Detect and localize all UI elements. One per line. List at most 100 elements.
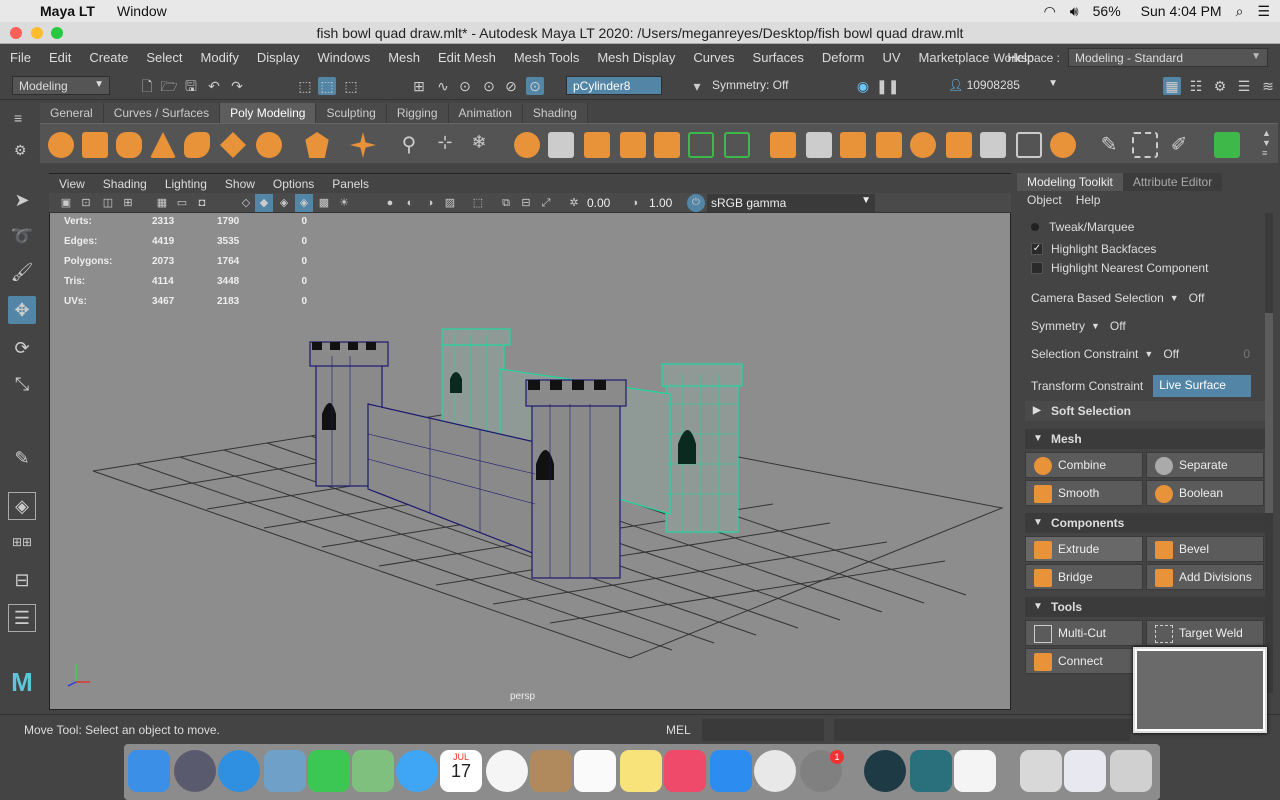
four-view-icon[interactable]: ⊞⊞	[8, 528, 36, 556]
shelf-settings-icon[interactable]: ⚙	[14, 142, 27, 159]
tab-general[interactable]: General	[40, 103, 104, 123]
screenshots-stack-icon[interactable]	[1064, 750, 1106, 792]
menu-windows[interactable]: Windows	[317, 50, 370, 65]
grid-toggle-icon[interactable]: ▦	[153, 194, 171, 212]
xray-active-icon[interactable]: ⤢	[537, 194, 555, 212]
symmetry-dropdown[interactable]: Symmetry: Off	[706, 76, 802, 95]
highlight-nearest-checkbox[interactable]: Highlight Nearest Component	[1031, 261, 1208, 275]
tweak-marquee-option[interactable]: Tweak/Marquee	[1031, 220, 1134, 234]
selection-constraint-row[interactable]: Selection Constraint ▼ Off 0	[1031, 347, 1250, 361]
window-menu[interactable]: Window	[117, 3, 167, 19]
snap-point-icon[interactable]: ⊙	[456, 77, 474, 95]
xray-joints-icon[interactable]: ⊟	[517, 194, 535, 212]
smooth-button[interactable]: Smooth	[1025, 480, 1143, 506]
select-object-icon[interactable]: ⬚	[318, 77, 336, 95]
tab-sculpting[interactable]: Sculpting	[316, 103, 387, 123]
undo-icon[interactable]: ↶	[205, 77, 223, 95]
combine-shelf-icon[interactable]	[514, 132, 540, 158]
move-tool-icon[interactable]: ✥	[8, 296, 36, 324]
facetime-icon[interactable]	[308, 750, 350, 792]
super-shape-icon[interactable]	[350, 132, 376, 158]
lights-icon[interactable]: ☀	[335, 194, 353, 212]
gitkraken-icon[interactable]	[864, 750, 906, 792]
bridge-button[interactable]: Bridge	[1025, 564, 1143, 590]
poke-icon[interactable]	[980, 132, 1006, 158]
mesh-section-header[interactable]: ▼ Mesh	[1025, 429, 1265, 449]
separate-shelf-icon[interactable]	[548, 132, 574, 158]
tool-settings-toggle-icon[interactable]: ⚙	[1211, 77, 1229, 95]
open-scene-icon[interactable]: 🗁	[160, 77, 178, 95]
layers-toggle-icon[interactable]: ≋	[1259, 77, 1277, 95]
isolate-select-icon[interactable]: ⬚	[469, 194, 487, 212]
object-name-field[interactable]: pCylinder8	[566, 76, 662, 95]
tab-animation[interactable]: Animation	[448, 103, 523, 123]
bevel-button[interactable]: Bevel	[1146, 536, 1264, 562]
wireframe-icon[interactable]: ◇	[237, 194, 255, 212]
app-store-icon[interactable]	[710, 750, 752, 792]
color-space-dropdown[interactable]: sRGB gamma ▼	[707, 194, 875, 212]
poly-plane-icon[interactable]	[220, 132, 246, 158]
music-icon[interactable]	[664, 750, 706, 792]
ipr-render-icon[interactable]: ◉	[854, 77, 872, 95]
select-tool-icon[interactable]: ➤	[8, 186, 36, 214]
trash-icon[interactable]	[1110, 750, 1152, 792]
snap-curve-icon[interactable]: ∿	[434, 77, 452, 95]
component-edit-icon[interactable]: ✎	[8, 444, 36, 472]
notes-icon[interactable]	[620, 750, 662, 792]
connect-button[interactable]: Connect	[1025, 648, 1143, 674]
textured-icon[interactable]: ▩	[315, 194, 333, 212]
combine-button[interactable]: Combine	[1025, 452, 1143, 478]
extrude-shelf-icon[interactable]	[770, 132, 796, 158]
tab-poly-modeling[interactable]: Poly Modeling	[220, 103, 317, 123]
soft-selection-section[interactable]: ▶ Soft Selection	[1025, 401, 1265, 421]
messages-icon[interactable]	[396, 750, 438, 792]
app-menu[interactable]: Maya LT	[40, 3, 95, 19]
make-live-icon[interactable]: ⊙	[526, 77, 544, 95]
tools-section-header[interactable]: ▼ Tools	[1025, 597, 1265, 617]
vp-menu-panels[interactable]: Panels	[332, 177, 369, 191]
close-window-button[interactable]	[10, 27, 22, 39]
menu-mesh-display[interactable]: Mesh Display	[597, 50, 675, 65]
camera-attributes-icon[interactable]: ⊡	[77, 194, 95, 212]
paint-select-tool-icon[interactable]: 🖌︎	[8, 258, 36, 286]
poly-sphere-icon[interactable]	[48, 132, 74, 158]
user-account[interactable]: 👤︎ 10908285 ▼	[942, 76, 1062, 95]
screenshot-thumbnail[interactable]	[1133, 647, 1267, 733]
color-management-icon[interactable]: ⏻	[687, 194, 705, 212]
photos-icon[interactable]	[486, 750, 528, 792]
gamma-icon[interactable]: ◗	[627, 194, 645, 212]
multi-cut-button[interactable]: Multi-Cut	[1025, 620, 1143, 646]
poly-cube-icon[interactable]	[82, 132, 108, 158]
shadows-icon[interactable]: ●	[381, 194, 399, 212]
downloads-stack-icon[interactable]	[1020, 750, 1062, 792]
add-divisions-button[interactable]: Add Divisions	[1146, 564, 1264, 590]
reminders-icon[interactable]	[574, 750, 616, 792]
save-scene-icon[interactable]: 🖫	[182, 77, 200, 95]
tab-curves-surfaces[interactable]: Curves / Surfaces	[103, 103, 221, 123]
extrude-button[interactable]: Extrude	[1025, 536, 1143, 562]
scrollbar-thumb[interactable]	[1265, 313, 1273, 513]
safari-icon[interactable]	[218, 750, 260, 792]
vp-menu-lighting[interactable]: Lighting	[165, 177, 207, 191]
retopo-shelf-icon[interactable]	[724, 132, 750, 158]
tab-shading[interactable]: Shading	[522, 103, 588, 123]
menu-curves[interactable]: Curves	[693, 50, 734, 65]
remesh-shelf-icon[interactable]	[688, 132, 714, 158]
menu-display[interactable]: Display	[257, 50, 300, 65]
tab-attribute-editor[interactable]: Attribute Editor	[1122, 173, 1223, 191]
two-view-icon[interactable]: ⊟	[8, 566, 36, 594]
rotate-tool-icon[interactable]: ⟳	[8, 334, 36, 362]
single-view-icon[interactable]: ◈	[8, 492, 36, 520]
film-gate-icon[interactable]: ▭	[173, 194, 191, 212]
components-section-header[interactable]: ▼ Components	[1025, 513, 1265, 533]
new-scene-icon[interactable]: 🗋	[138, 77, 156, 95]
channel-box-toggle-icon[interactable]: ☰	[1235, 77, 1253, 95]
battery-percent[interactable]: 56%	[1093, 3, 1121, 19]
append-polygon-icon[interactable]	[910, 132, 936, 158]
poly-disc-icon[interactable]	[256, 132, 282, 158]
redo-icon[interactable]: ↷	[228, 77, 246, 95]
vp-menu-options[interactable]: Options	[273, 177, 314, 191]
symmetry-row[interactable]: Symmetry ▼ Off	[1031, 319, 1126, 333]
volume-icon[interactable]: 🔊︎	[1070, 3, 1079, 20]
scale-tool-icon[interactable]: ⤡	[8, 370, 36, 398]
